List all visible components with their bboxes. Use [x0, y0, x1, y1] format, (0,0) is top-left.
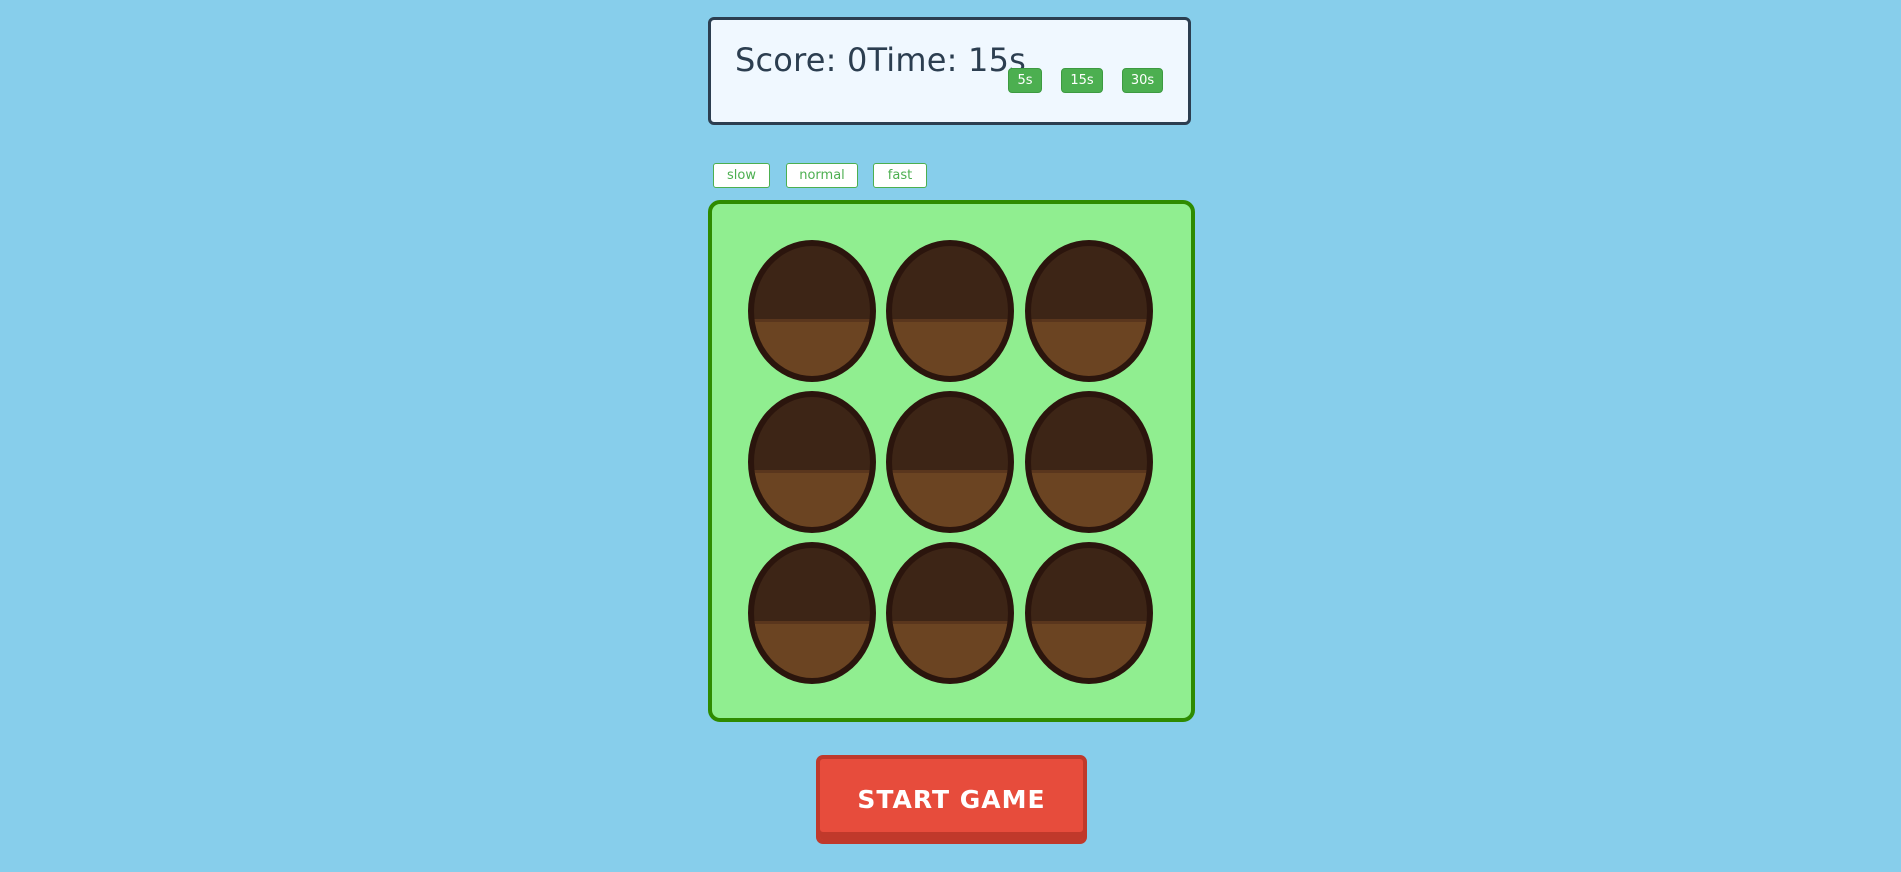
hole-rim-shade — [1031, 469, 1147, 473]
speed-normal-button[interactable]: normal — [786, 163, 858, 188]
hole-3[interactable] — [1025, 240, 1153, 382]
speed-fast-button[interactable]: fast — [873, 163, 927, 188]
hole-rim-shade — [1031, 318, 1147, 322]
hole-5[interactable] — [886, 391, 1014, 533]
game-board — [708, 200, 1195, 722]
hole-rim-shade — [892, 318, 1008, 322]
hole-rim-shade — [754, 469, 870, 473]
hole-7[interactable] — [748, 542, 876, 684]
hole-rim-shade — [892, 469, 1008, 473]
duration-5s-button[interactable]: 5s — [1008, 68, 1042, 93]
hole-9[interactable] — [1025, 542, 1153, 684]
time-display: Time: 15s — [867, 41, 1027, 79]
hole-4[interactable] — [748, 391, 876, 533]
duration-30s-button[interactable]: 30s — [1122, 68, 1163, 93]
start-game-button[interactable]: START GAME — [816, 755, 1087, 844]
hole-rim-shade — [754, 318, 870, 322]
hole-rim-shade — [754, 620, 870, 624]
hole-8[interactable] — [886, 542, 1014, 684]
hole-2[interactable] — [886, 240, 1014, 382]
score-time-display: Score: 0Time: 15s — [735, 41, 1026, 79]
scoreboard-panel: Score: 0Time: 15s 5s 15s 30s — [708, 17, 1191, 125]
score-display: Score: 0 — [735, 41, 868, 79]
speed-slow-button[interactable]: slow — [713, 163, 770, 188]
hole-rim-shade — [1031, 620, 1147, 624]
hole-rim-shade — [892, 620, 1008, 624]
hole-6[interactable] — [1025, 391, 1153, 533]
duration-15s-button[interactable]: 15s — [1061, 68, 1103, 93]
hole-1[interactable] — [748, 240, 876, 382]
